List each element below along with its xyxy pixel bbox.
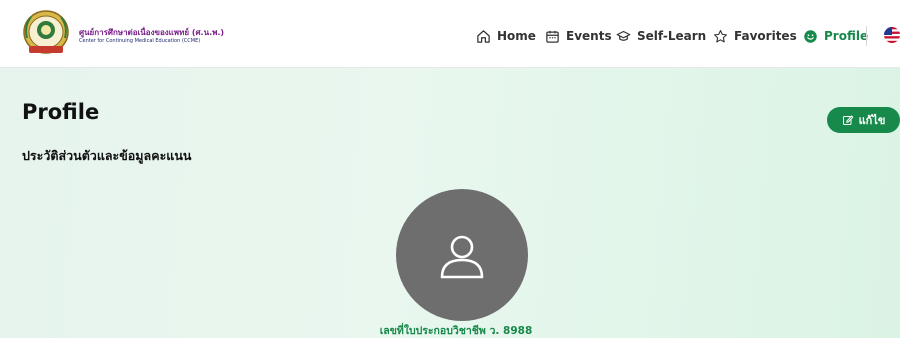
page-subtitle: ประวัติส่วนตัวและข้อมูลคะแนน [22, 148, 192, 163]
edit-profile-label: แก้ไข [858, 114, 886, 127]
user-icon [440, 235, 484, 279]
us-flag-icon[interactable] [884, 27, 900, 43]
nav-profile[interactable]: Profile [803, 27, 868, 45]
nav-favorites[interactable]: Favorites [713, 27, 797, 45]
profile-avatar[interactable] [396, 189, 528, 321]
edit-icon [842, 115, 853, 125]
edit-profile-button[interactable]: แก้ไข [827, 107, 900, 133]
nav-self-learn[interactable]: Self-Learn [616, 27, 706, 45]
smiley-icon [804, 29, 817, 43]
nav-home-label: Home [497, 29, 536, 43]
top-navbar: ศูนย์การศึกษาต่อเนื่องของแพทย์ (ศ.น.พ.) … [0, 0, 900, 68]
nav-profile-label: Profile [824, 29, 869, 43]
page-title: Profile [22, 100, 100, 124]
graduation-cap-icon [616, 30, 631, 41]
nav-self-learn-label: Self-Learn [637, 29, 707, 43]
nav-home[interactable]: Home [476, 27, 536, 45]
nav-events[interactable]: Events [545, 27, 612, 45]
star-icon [714, 29, 727, 42]
org-name-english: Center for Continuing Medical Education … [79, 38, 201, 44]
nav-favorites-label: Favorites [734, 29, 797, 43]
profile-content: Profile ประวัติส่วนตัวและข้อมูลคะแนน แก้… [0, 68, 900, 338]
calendar-icon [546, 30, 559, 43]
home-icon [477, 29, 490, 43]
nav-divider [866, 26, 867, 46]
nav-events-label: Events [566, 29, 612, 43]
ccme-logo[interactable] [21, 8, 71, 58]
license-number: เลขที่ใบประกอบวิชาชีพ ว. 8988 [379, 325, 533, 337]
